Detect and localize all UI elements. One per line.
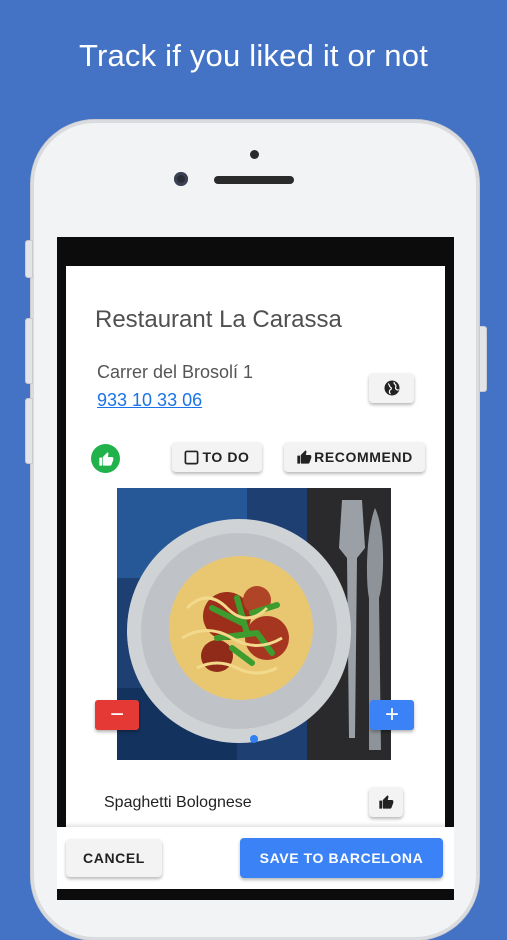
phone-volume-up: [25, 318, 33, 384]
phone-sensor: [250, 150, 259, 159]
todo-label: TO DO: [202, 449, 250, 465]
thumbs-up-icon: [379, 795, 394, 809]
recommend-button[interactable]: RECOMMEND: [284, 442, 425, 472]
restaurant-phone-link[interactable]: 933 10 33 06: [97, 390, 202, 411]
save-button[interactable]: SAVE TO BARCELONA: [240, 838, 443, 878]
restaurant-card: Restaurant La Carassa Carrer del Brosolí…: [66, 266, 445, 900]
phone-volume-down: [25, 398, 33, 464]
dish-name: Spaghetti Bolognese: [104, 794, 252, 811]
page-headline: Track if you liked it or not: [78, 38, 429, 73]
checkbox-empty-icon: [185, 450, 199, 464]
thumbs-up-icon: [297, 450, 312, 464]
phone-camera: [174, 172, 188, 186]
dish-like-button[interactable]: [369, 787, 403, 817]
carousel-indicator-dot[interactable]: [250, 735, 258, 743]
recommend-label: RECOMMEND: [314, 449, 413, 465]
todo-button[interactable]: TO DO: [172, 442, 262, 472]
phone-speaker: [214, 176, 294, 184]
remove-dish-button[interactable]: −: [95, 700, 139, 730]
screen-bottom-edge: [57, 889, 454, 900]
dish-photo: [117, 488, 391, 760]
restaurant-name: Restaurant La Carassa: [95, 306, 342, 333]
restaurant-address: Carrer del Brosolí 1: [97, 362, 254, 382]
liked-indicator[interactable]: [91, 444, 120, 473]
add-dish-button[interactable]: +: [370, 700, 414, 730]
phone-screen: Restaurant La Carassa Carrer del Brosolí…: [57, 237, 454, 900]
phone-mute-switch: [25, 240, 33, 278]
spaghetti-plate-illustration: [117, 488, 391, 760]
phone-power-button: [479, 326, 487, 392]
thumbs-up-icon: [98, 451, 113, 466]
globe-icon: [384, 380, 399, 396]
website-button[interactable]: [369, 373, 414, 403]
cancel-button[interactable]: CANCEL: [66, 839, 162, 877]
